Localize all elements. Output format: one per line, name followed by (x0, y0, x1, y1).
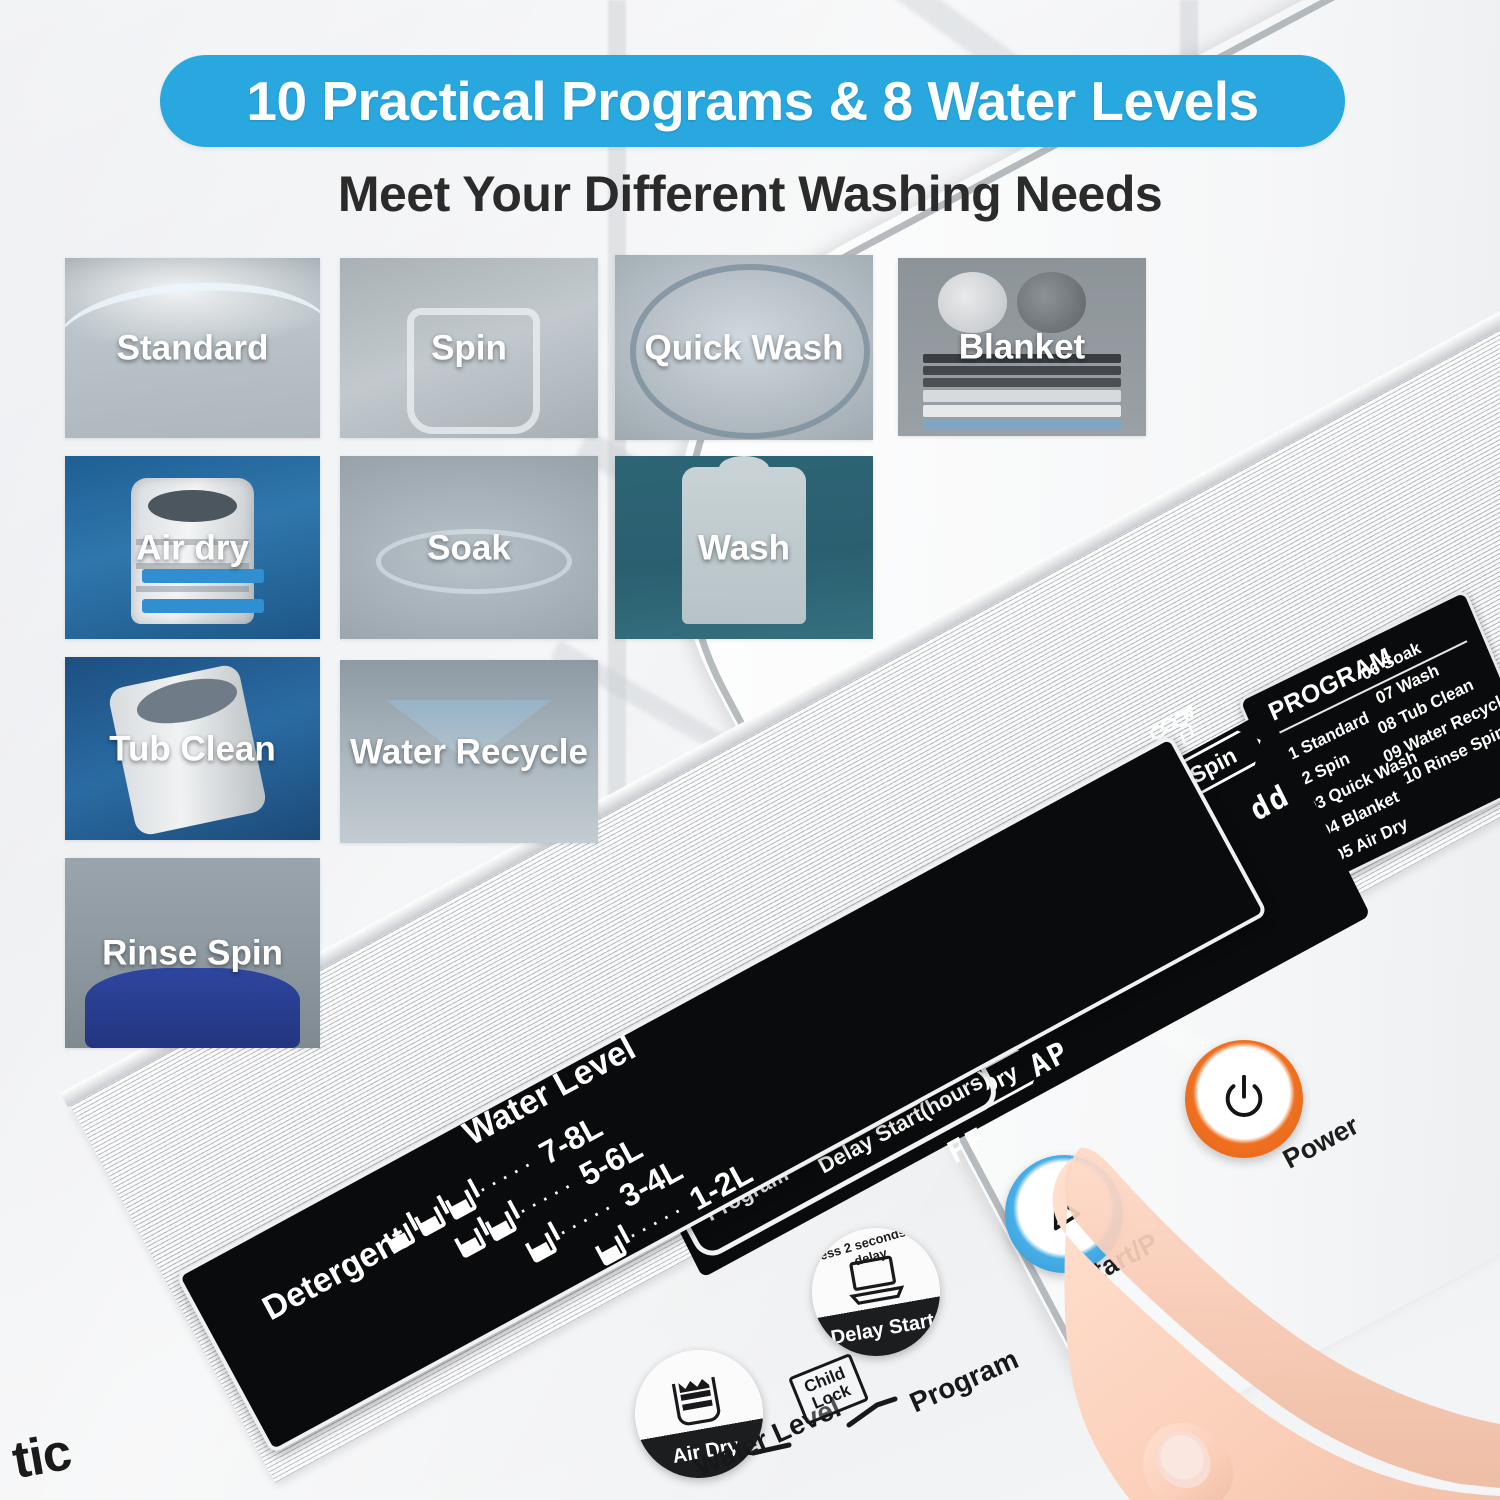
tile-label: Tub Clean (109, 728, 276, 768)
program-tile-wash[interactable]: Wash (615, 456, 873, 639)
power-button[interactable] (1185, 1040, 1303, 1158)
error-code-dd: dd (1244, 777, 1296, 829)
tile-label: Soak (427, 527, 511, 567)
program-tile-spin[interactable]: Spin (340, 258, 598, 438)
page-subtitle: Meet Your Different Washing Needs (337, 166, 1163, 222)
detergent-cup-icon (410, 1194, 450, 1238)
tile-label: Blanket (958, 327, 1086, 367)
child-lock-connector-line (750, 1396, 898, 1456)
program-tile-standard[interactable]: Standard (65, 258, 320, 438)
tile-label: Wash (697, 527, 791, 567)
plant-shadow-icon (1210, 296, 1330, 510)
detergent-cup-icon (450, 1215, 490, 1259)
tile-label: Quick Wash (644, 327, 844, 367)
banner-title-text: 10 Practical Programs & 8 Water Levels (246, 70, 1259, 132)
water-level-icon (671, 1376, 721, 1426)
program-tile-air-dry[interactable]: Air dry (65, 456, 320, 639)
detergent-cup-icon (481, 1199, 521, 1242)
detergent-cup-icon (441, 1177, 480, 1221)
product-infographic: 10 Practical Programs & 8 Water Levels M… (0, 0, 1500, 1500)
tile-label: Spin (431, 328, 507, 368)
program-tile-blanket[interactable]: Blanket (898, 258, 1146, 436)
program-tile-tub-clean[interactable]: Tub Clean (65, 657, 320, 840)
delay-timer-icon (849, 1255, 905, 1305)
tile-label: Rinse Spin (102, 933, 283, 973)
tile-label: Standard (116, 328, 269, 368)
tile-label: Air dry (136, 527, 249, 567)
brand-partial-text: tic (8, 1422, 76, 1491)
program-tile-rinse-spin[interactable]: Rinse Spin (65, 858, 320, 1048)
detergent-cup-icon (521, 1220, 561, 1264)
tile-label: Water Recycle (350, 731, 588, 771)
play-triangle-icon (1053, 1197, 1081, 1231)
program-tile-water-recycle[interactable]: Water Recycle (340, 660, 598, 843)
power-icon (1225, 1074, 1263, 1117)
banner-title-pill: 10 Practical Programs & 8 Water Levels (160, 55, 1345, 147)
program-tile-quick-wash[interactable]: Quick Wash (615, 255, 873, 440)
program-tile-soak[interactable]: Soak (340, 456, 598, 639)
detergent-cup-icon (591, 1223, 631, 1267)
